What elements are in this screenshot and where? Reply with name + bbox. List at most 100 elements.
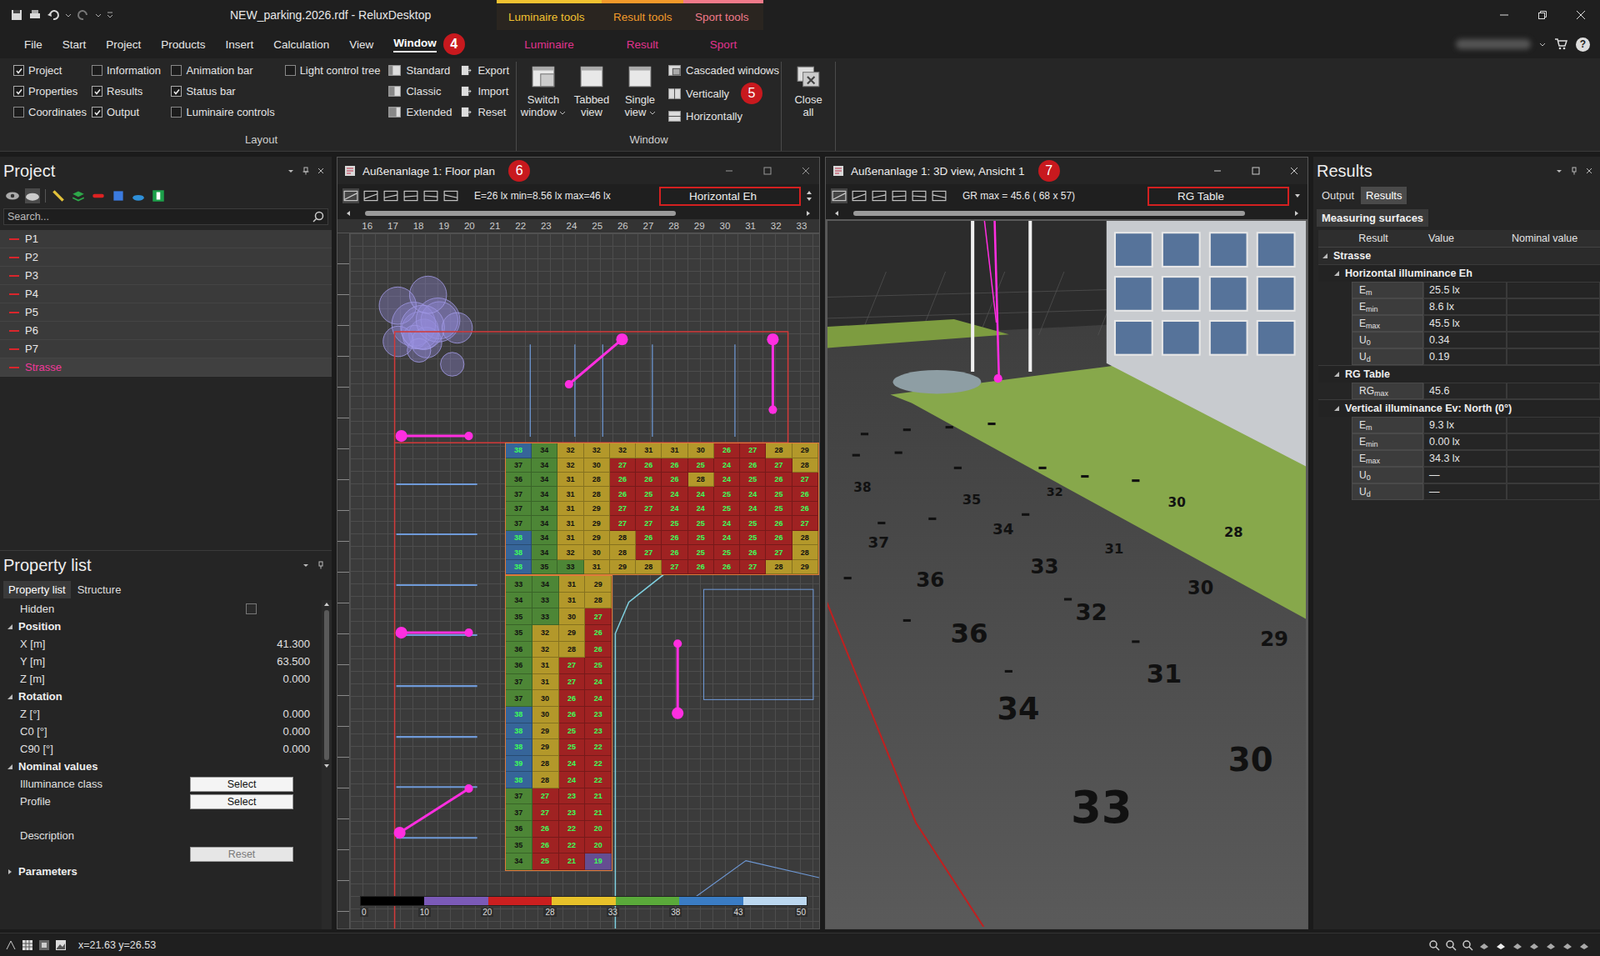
table-row[interactable]: U00.34 [1351,331,1600,349]
tree-item[interactable]: Strasse [0,358,332,377]
property-value[interactable]: 0.000 [282,742,315,755]
minimize-icon[interactable] [724,165,735,176]
contextual-tab[interactable]: Result [601,33,684,56]
pane-menu-icon[interactable] [1555,166,1564,175]
window-titlebar[interactable]: Außenanlage 1: Floor plan6 [337,157,820,185]
checkbox[interactable] [91,85,103,97]
checkbox-option[interactable]: Output [91,103,163,121]
view-mode-icon[interactable] [870,188,888,204]
expand-arrow-icon[interactable] [6,623,14,630]
section-tab[interactable]: Measuring surfaces [1316,209,1429,227]
room-icon[interactable] [110,188,126,204]
table-row[interactable]: U0— [1351,466,1600,484]
ribbon-tab[interactable]: Window4 [384,28,475,60]
property-value[interactable]: 0.000 [282,707,315,720]
expand-arrow-icon[interactable] [1333,405,1340,412]
property-scrollbar[interactable] [321,600,332,930]
close-all-button[interactable]: Closeall [788,61,829,120]
view-mode-icon[interactable] [362,188,380,204]
account-dropdown-icon[interactable] [1539,40,1546,48]
undo-icon[interactable] [46,8,60,22]
view-mode-icon[interactable] [402,188,420,204]
table-row[interactable]: Strasse [1318,247,1600,265]
help-button[interactable]: ? [1575,37,1590,52]
table-row[interactable]: RG Table [1318,365,1600,383]
checkbox[interactable] [13,85,25,97]
checkbox-option[interactable]: Coordinates [13,103,84,121]
scroll-right-icon[interactable] [805,210,811,217]
redo-icon[interactable] [76,8,90,22]
property-tab[interactable]: Property list [3,580,71,599]
layout-preset-button[interactable]: Classic [388,82,452,100]
checkbox[interactable] [91,65,103,76]
horizontal-scrollbar[interactable] [337,207,820,220]
checkbox[interactable] [13,65,25,76]
checkbox-option[interactable]: Results [91,82,163,100]
close-pane-icon[interactable] [1585,166,1594,175]
scroll-right-icon[interactable] [1294,210,1300,217]
checkbox[interactable] [170,106,182,118]
ribbon-tab[interactable]: Start [53,33,96,56]
property-value[interactable]: 63.500 [276,655,315,668]
results-tab[interactable]: Results [1360,186,1407,205]
property-value[interactable]: 0.000 [282,672,315,685]
checkbox[interactable] [285,65,296,76]
view-preset-icon[interactable] [1478,939,1490,951]
view-mode-icon[interactable] [890,188,908,204]
user-name-blurred[interactable] [1455,39,1531,50]
checkbox-option[interactable]: Project [13,61,84,80]
tree-item[interactable]: P2 [0,248,332,267]
furniture-icon[interactable] [130,188,146,204]
arrange-button[interactable]: Vertically5 [668,82,780,105]
luminaire-tool-icon[interactable] [50,188,66,204]
view-mode-icon[interactable] [930,188,948,204]
view-preset-icon[interactable] [1511,939,1524,951]
zoom-icon[interactable] [1461,939,1474,951]
property-tab[interactable]: Structure [72,580,127,599]
table-row[interactable]: Em9.3 lx [1351,416,1600,434]
scroll-up-icon[interactable] [323,601,330,607]
layout-file-button[interactable]: Import [460,82,510,100]
checkbox-option[interactable]: Status bar [170,82,276,100]
ruler-icon[interactable] [5,939,17,951]
floor-plan-canvas[interactable]: 3834323232313130262728293734323027262625… [350,233,820,929]
view-filter-icon[interactable] [25,188,40,204]
maximize-icon[interactable] [1250,165,1261,176]
horizontal-scrollbar[interactable] [825,207,1308,220]
maximize-icon[interactable] [762,165,773,176]
zoom-icon[interactable] [1428,939,1440,951]
layout-file-button[interactable]: Reset [460,103,510,121]
ribbon-tab[interactable]: Calculation [264,33,339,56]
minimize-icon[interactable] [1212,165,1223,176]
ribbon-tab[interactable]: Project [96,33,150,56]
project-search[interactable]: Search... [3,208,329,225]
view-mode-icon[interactable] [442,188,460,204]
ribbon-tab[interactable]: File [15,33,52,56]
3d-viewport[interactable]: 333034313632293330363734353828303132 [825,219,1308,929]
expand-arrow-icon[interactable] [6,763,14,770]
image-icon[interactable] [55,939,67,951]
redo-dropdown-icon[interactable] [95,11,102,19]
checkbox-option[interactable]: Animation bar [170,61,276,80]
cart-icon[interactable] [1554,37,1568,51]
dropdown-spinner[interactable] [1292,193,1303,199]
scroll-thumb[interactable] [365,210,677,216]
property-button[interactable]: Select [190,776,294,792]
layout-file-button[interactable]: Export [460,61,510,80]
layout-preset-button[interactable]: Extended [388,103,452,121]
arrange-button[interactable]: Cascaded windows [668,61,780,80]
ribbon-tab[interactable]: View [340,33,383,56]
checkbox-option[interactable]: Properties [13,82,84,100]
zoom-icon[interactable] [1445,939,1457,951]
dropdown-spinner[interactable] [804,190,815,202]
table-row[interactable]: Ud— [1351,483,1600,500]
checkbox[interactable] [170,65,182,76]
results-tab[interactable]: Output [1316,186,1360,205]
contextual-tab[interactable]: Sport [683,33,764,56]
table-row[interactable]: Emin0.00 lx [1351,433,1600,450]
window-titlebar[interactable]: Außenanlage 1: 3D view, Ansicht 17 [825,157,1308,185]
scroll-down-icon[interactable] [323,763,330,769]
expand-arrow-icon[interactable] [6,868,14,875]
view-mode-icon[interactable] [422,188,440,204]
checkbox-option[interactable]: Luminaire controls [170,103,276,121]
